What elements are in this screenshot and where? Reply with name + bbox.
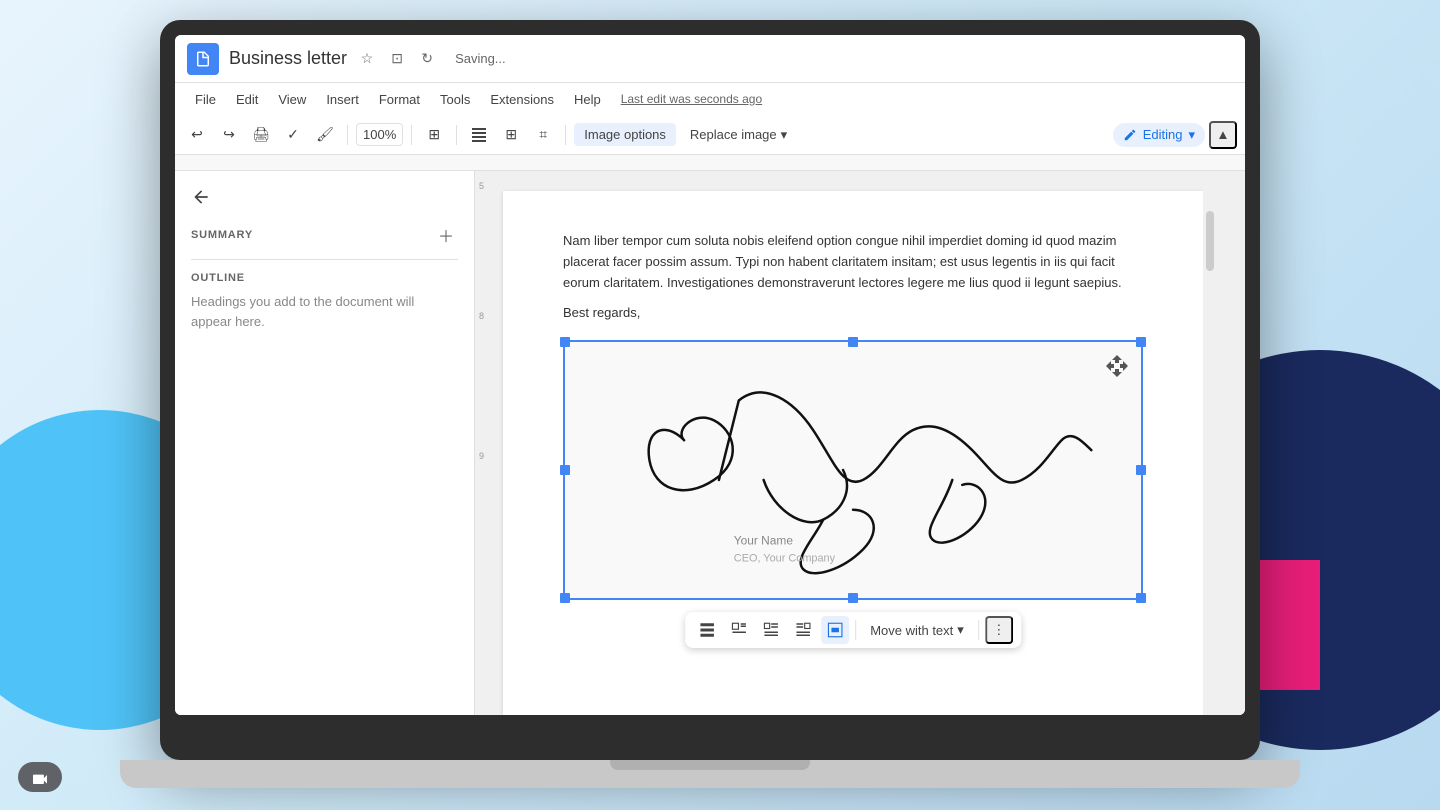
outline-hint: Headings you add to the document will ap… xyxy=(191,294,414,329)
menu-insert[interactable]: Insert xyxy=(318,89,367,110)
document-paragraph: Nam liber tempor cum soluta nobis eleife… xyxy=(563,231,1143,293)
image-float-toolbar: Move with text ▾ ⋮ xyxy=(685,612,1021,648)
resize-handle-top-middle[interactable] xyxy=(848,337,858,347)
sidebar-divider xyxy=(191,259,458,260)
document-area[interactable]: 5 8 9 Nam liber tempor cum soluta nobis … xyxy=(475,171,1245,715)
border-button[interactable] xyxy=(465,121,493,149)
resize-handle-middle-left[interactable] xyxy=(560,465,570,475)
move-image-icon[interactable] xyxy=(1103,352,1131,380)
toolbar-sep-3 xyxy=(456,125,457,145)
saving-status: Saving... xyxy=(455,51,506,66)
float-toolbar-sep xyxy=(855,620,856,640)
document-title[interactable]: Business letter xyxy=(229,48,347,69)
table-button[interactable]: ⊞ xyxy=(497,121,525,149)
selected-image[interactable]: Your Name CEO, Your Company xyxy=(563,340,1143,600)
paint-format-button[interactable]: 🖌 xyxy=(311,121,339,149)
menu-help[interactable]: Help xyxy=(566,89,609,110)
signature-image: Your Name CEO, Your Company xyxy=(565,342,1141,598)
folder-icon[interactable]: ⊡ xyxy=(385,47,409,71)
zoom-control[interactable]: 100% xyxy=(356,123,403,146)
print-preview-button[interactable]: ⊞ xyxy=(420,121,448,149)
resize-handle-bottom-middle[interactable] xyxy=(848,593,858,603)
sidebar-back-button[interactable] xyxy=(191,187,458,207)
resize-handle-middle-right[interactable] xyxy=(1136,465,1146,475)
editing-mode-label: Editing xyxy=(1143,127,1183,142)
ruler xyxy=(175,155,1245,171)
wrap-right-button[interactable] xyxy=(789,616,817,644)
image-options-button[interactable]: Image options xyxy=(574,123,676,146)
menu-tools[interactable]: Tools xyxy=(432,89,478,110)
title-action-icons: ☆ ⊡ ↻ xyxy=(355,47,439,71)
title-bar: Business letter ☆ ⊡ ↻ Saving... xyxy=(175,35,1245,83)
editing-chevron-icon: ▾ xyxy=(1188,127,1195,143)
add-summary-button[interactable]: ＋ xyxy=(434,223,458,247)
laptop-frame: Business letter ☆ ⊡ ↻ Saving... File Edi… xyxy=(160,20,1260,760)
collapse-toolbar-button[interactable]: ▲ xyxy=(1209,121,1237,149)
page-number-markers: 5 8 9 xyxy=(475,171,495,715)
wrap-left-button[interactable] xyxy=(757,616,785,644)
menu-format[interactable]: Format xyxy=(371,89,428,110)
laptop-base xyxy=(120,760,1300,788)
wrap-inline-button[interactable] xyxy=(693,616,721,644)
video-call-bubble[interactable] xyxy=(18,762,62,792)
resize-handle-top-right[interactable] xyxy=(1136,337,1146,347)
menu-file[interactable]: File xyxy=(187,89,224,110)
svg-text:CEO, Your Company: CEO, Your Company xyxy=(734,553,836,565)
document-page: Nam liber tempor cum soluta nobis eleife… xyxy=(503,191,1203,715)
float-toolbar-sep-2 xyxy=(978,620,979,640)
star-icon[interactable]: ☆ xyxy=(355,47,379,71)
resize-handle-bottom-right[interactable] xyxy=(1136,593,1146,603)
editing-mode-dropdown[interactable]: Editing ▾ xyxy=(1113,123,1205,147)
menu-extensions[interactable]: Extensions xyxy=(482,89,562,110)
svg-text:Your Name: Your Name xyxy=(734,534,794,548)
menu-view[interactable]: View xyxy=(270,89,314,110)
toolbar-sep-2 xyxy=(411,125,412,145)
crop-button[interactable]: ⌗ xyxy=(529,121,557,149)
more-options-button[interactable]: ⋮ xyxy=(985,616,1013,644)
spell-check-button[interactable]: ✓ xyxy=(279,121,307,149)
move-with-text-chevron: ▾ xyxy=(957,622,964,638)
laptop-screen: Business letter ☆ ⊡ ↻ Saving... File Edi… xyxy=(175,35,1245,715)
undo-button[interactable]: ↩ xyxy=(183,121,211,149)
menu-edit[interactable]: Edit xyxy=(228,89,266,110)
menu-bar: File Edit View Insert Format Tools Exten… xyxy=(175,83,1245,115)
outline-label: OUTLINE xyxy=(191,272,458,284)
google-docs-icon xyxy=(187,43,219,75)
replace-image-chevron: ▾ xyxy=(781,127,788,143)
scrollbar[interactable] xyxy=(1203,191,1217,715)
redo-button[interactable]: ↪ xyxy=(215,121,243,149)
wrap-square-button[interactable] xyxy=(725,616,753,644)
summary-label: SUMMARY xyxy=(191,229,253,241)
resize-handle-bottom-left[interactable] xyxy=(560,593,570,603)
replace-image-button[interactable]: Replace image ▾ xyxy=(680,123,797,147)
print-button[interactable]: 🖨 xyxy=(247,121,275,149)
toolbar-sep-4 xyxy=(565,125,566,145)
move-with-text-label: Move with text xyxy=(870,623,953,638)
resize-handle-top-left[interactable] xyxy=(560,337,570,347)
ruler-content xyxy=(485,155,1225,170)
sidebar: SUMMARY ＋ OUTLINE Headings you add to th… xyxy=(175,171,475,715)
document-regards: Best regards, xyxy=(563,305,1143,320)
wrap-none-button[interactable] xyxy=(821,616,849,644)
scrollbar-thumb[interactable] xyxy=(1206,211,1214,271)
content-area: SUMMARY ＋ OUTLINE Headings you add to th… xyxy=(175,171,1245,715)
main-toolbar: ↩ ↪ 🖨 ✓ 🖌 100% ⊞ ⊞ ⌗ Image options Repla… xyxy=(175,115,1245,155)
toolbar-sep-1 xyxy=(347,125,348,145)
summary-section-header: SUMMARY ＋ xyxy=(191,223,458,247)
move-with-text-button[interactable]: Move with text ▾ xyxy=(862,618,972,642)
cloud-icon[interactable]: ↻ xyxy=(415,47,439,71)
last-edit-status[interactable]: Last edit was seconds ago xyxy=(621,92,762,106)
